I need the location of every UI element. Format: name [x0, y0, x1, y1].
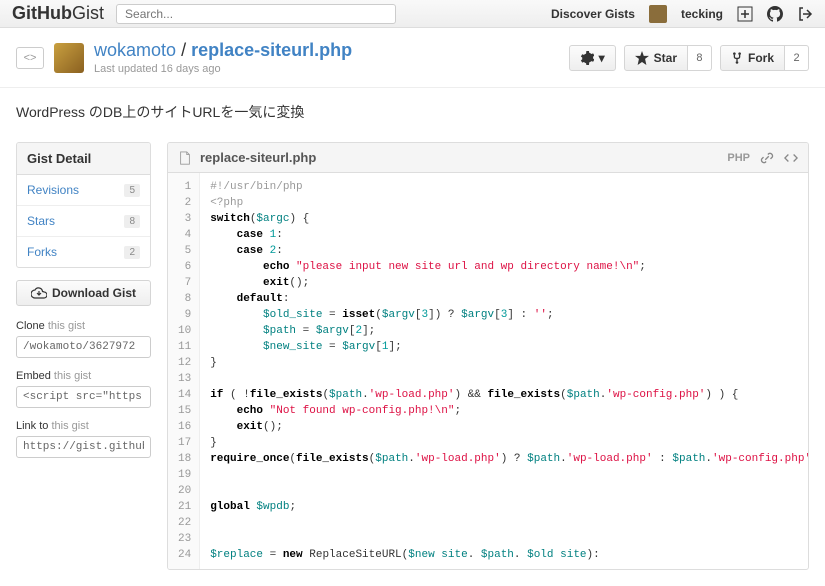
code-line: require_once(file_exists($path.'wp-load.… — [210, 451, 798, 467]
code-line: } — [210, 355, 798, 371]
author-link[interactable]: wokamoto — [94, 40, 176, 60]
logout-icon[interactable] — [797, 6, 813, 22]
embed-icon[interactable] — [784, 151, 798, 165]
logo[interactable]: GitHubGist — [12, 3, 104, 24]
discover-link[interactable]: Discover Gists — [551, 7, 635, 21]
code-line: $replace = new ReplaceSiteURL($new site.… — [210, 547, 798, 563]
code-line: default: — [210, 291, 798, 307]
star-button[interactable]: Star — [624, 45, 688, 71]
code-icon: <> — [16, 47, 44, 69]
gist-description: WordPress のDB上のサイトURLを一気に変換 — [0, 88, 825, 142]
cloud-download-icon — [31, 287, 47, 299]
code-line — [210, 483, 798, 499]
code-line: echo "Not found wp-config.php!\n"; — [210, 403, 798, 419]
plus-icon[interactable] — [737, 6, 753, 22]
file-header: replace-siteurl.php PHP — [168, 143, 808, 173]
star-count[interactable]: 8 — [688, 45, 712, 71]
code-line: $path = $argv[2]; — [210, 323, 798, 339]
code-line: $old_site = isset($argv[3]) ? $argv[3] :… — [210, 307, 798, 323]
code-line: if ( !file_exists($path.'wp-load.php') &… — [210, 387, 798, 403]
fork-count[interactable]: 2 — [785, 45, 809, 71]
top-nav: Discover Gists tecking — [551, 5, 813, 23]
permalink-icon[interactable] — [760, 151, 774, 165]
gear-icon — [580, 51, 594, 65]
code-line: #!/usr/bin/php — [210, 179, 798, 195]
topbar: GitHubGist Discover Gists tecking — [0, 0, 825, 28]
link-label: Link to this gist — [16, 420, 151, 432]
settings-button[interactable]: ▾ — [569, 45, 616, 71]
code-line: <?php — [210, 195, 798, 211]
gist-header: <> wokamoto / replace-siteurl.php Last u… — [0, 28, 825, 88]
fork-icon — [731, 51, 743, 65]
code-line — [210, 467, 798, 483]
link-input[interactable] — [16, 436, 151, 458]
sidebar-item-revisions[interactable]: Revisions5 — [17, 175, 150, 206]
search-input[interactable] — [116, 4, 396, 24]
github-icon[interactable] — [767, 6, 783, 22]
author-avatar[interactable] — [54, 43, 84, 73]
code-line: } — [210, 435, 798, 451]
embed-label: Embed this gist — [16, 370, 151, 382]
avatar[interactable] — [649, 5, 667, 23]
sidebar-item-forks[interactable]: Forks2 — [17, 237, 150, 267]
search-container — [116, 4, 551, 24]
main-content: Gist Detail Revisions5Stars8Forks2 Downl… — [0, 142, 825, 586]
clone-label: Clone this gist — [16, 320, 151, 332]
star-icon — [635, 51, 649, 65]
code-line: switch($argc) { — [210, 211, 798, 227]
code-line: global $wpdb; — [210, 499, 798, 515]
detail-panel-header: Gist Detail — [17, 143, 150, 175]
file-lang: PHP — [727, 152, 750, 164]
fork-button[interactable]: Fork — [720, 45, 785, 71]
file-name[interactable]: replace-siteurl.php — [200, 150, 727, 165]
download-button[interactable]: Download Gist — [16, 280, 151, 306]
code-line: echo "please input new site url and wp d… — [210, 259, 798, 275]
sidebar-item-stars[interactable]: Stars8 — [17, 206, 150, 237]
code-line: $new_site = $argv[1]; — [210, 339, 798, 355]
gist-name-link[interactable]: replace-siteurl.php — [191, 40, 352, 60]
detail-panel: Gist Detail Revisions5Stars8Forks2 — [16, 142, 151, 268]
code-line — [210, 531, 798, 547]
code-line: case 2: — [210, 243, 798, 259]
code-line: exit(); — [210, 419, 798, 435]
updated-text: Last updated 16 days ago — [94, 63, 352, 75]
file-panel: replace-siteurl.php PHP 1234567891011121… — [167, 142, 809, 570]
gist-title: wokamoto / replace-siteurl.php — [94, 40, 352, 61]
embed-input[interactable] — [16, 386, 151, 408]
code-line — [210, 515, 798, 531]
sidebar: Gist Detail Revisions5Stars8Forks2 Downl… — [16, 142, 151, 570]
code-line: exit(); — [210, 275, 798, 291]
code-line — [210, 371, 798, 387]
username-link[interactable]: tecking — [681, 7, 723, 21]
code-line: case 1: — [210, 227, 798, 243]
clone-input[interactable] — [16, 336, 151, 358]
file-icon — [178, 151, 192, 165]
